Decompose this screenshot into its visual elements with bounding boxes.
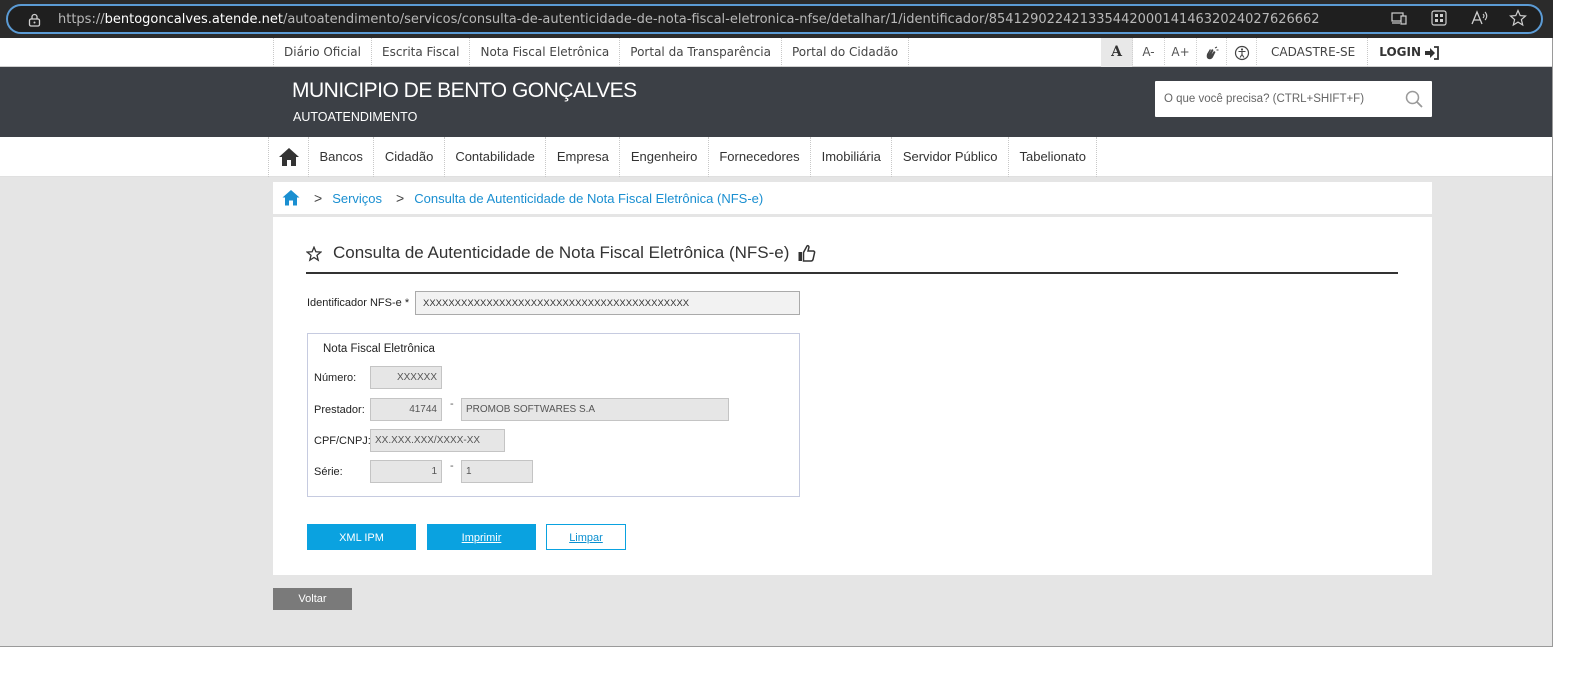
sign-language-button[interactable]	[1197, 38, 1227, 67]
accessibility-icon	[1234, 45, 1249, 60]
invoice-fieldset: Nota Fiscal Eletrônica Número: XXXXXX Pr…	[307, 333, 800, 497]
cpf-cnpj-label: CPF/CNPJ:	[314, 435, 371, 447]
nav-items: Bancos Cidadão Contabilidade Empresa Eng…	[268, 137, 1098, 177]
login-link[interactable]: LOGIN	[1368, 38, 1440, 67]
breadcrumb-separator: >	[314, 190, 323, 206]
site-subtitle: AUTOATENDIMENTO	[293, 110, 418, 124]
print-button[interactable]: Imprimir	[427, 524, 536, 550]
nav-item-contabilidade[interactable]: Contabilidade	[445, 137, 547, 177]
utility-bar: Diário Oficial Escrita Fiscal Nota Fisca…	[0, 38, 1552, 67]
fieldset-title: Nota Fiscal Eletrônica	[323, 343, 435, 355]
search-input[interactable]	[1155, 81, 1395, 117]
nav-item-engenheiro[interactable]: Engenheiro	[620, 137, 709, 177]
home-icon	[278, 148, 299, 166]
page-title: Consulta de Autenticidade de Nota Fiscal…	[333, 243, 790, 262]
utility-tools: A A- A+ CADASTRE-SE LOGIN	[1101, 38, 1440, 67]
url-path: /autoatendimento/servicos/consulta-de-au…	[282, 12, 1320, 27]
xml-ipm-button[interactable]: XML IPM	[307, 524, 416, 550]
read-aloud-icon[interactable]	[1470, 9, 1488, 27]
main-nav: Bancos Cidadão Contabilidade Empresa Eng…	[0, 137, 1552, 177]
font-decrease-button[interactable]: A-	[1133, 38, 1165, 67]
login-arrow-icon	[1425, 45, 1439, 60]
nav-item-fornecedores[interactable]: Fornecedores	[709, 137, 812, 177]
utility-links: Diário Oficial Escrita Fiscal Nota Fisca…	[273, 38, 910, 67]
favorite-star-icon[interactable]	[306, 246, 322, 262]
breadcrumb-separator: >	[396, 190, 405, 206]
util-link-nota-fiscal[interactable]: Nota Fiscal Eletrônica	[470, 38, 621, 67]
nav-item-bancos[interactable]: Bancos	[309, 137, 375, 177]
util-link-portal-cidadao[interactable]: Portal do Cidadão	[782, 38, 910, 67]
prestador-label: Prestador:	[314, 404, 365, 416]
register-link[interactable]: CADASTRE-SE	[1257, 38, 1369, 67]
page: Diário Oficial Escrita Fiscal Nota Fisca…	[0, 38, 1553, 647]
login-label: LOGIN	[1379, 45, 1422, 59]
nav-item-servidor-publico[interactable]: Servidor Público	[892, 137, 1009, 177]
breadcrumb-servicos[interactable]: Serviços	[332, 191, 382, 206]
nav-item-tabelionato[interactable]: Tabelionato	[1009, 137, 1098, 177]
cpf-cnpj-field[interactable]: XX.XXX.XXX/XXXX-XX	[370, 429, 505, 452]
back-button[interactable]: Voltar	[273, 588, 352, 610]
util-link-diario-oficial[interactable]: Diário Oficial	[274, 38, 372, 67]
url-text[interactable]: https://bentogoncalves.atende.net/autoat…	[58, 12, 1320, 27]
util-link-transparencia[interactable]: Portal da Transparência	[620, 38, 782, 67]
municipality-title[interactable]: MUNICIPIO DE BENTO GONÇALVES	[292, 79, 637, 103]
prestador-separator: -	[450, 398, 454, 410]
search-box	[1155, 81, 1432, 117]
breadcrumb: > Serviços > Consulta de Autenticidade d…	[273, 182, 1432, 214]
font-increase-button[interactable]: A+	[1165, 38, 1197, 67]
breadcrumb-current[interactable]: Consulta de Autenticidade de Nota Fiscal…	[414, 191, 763, 206]
nav-item-imobiliaria[interactable]: Imobiliária	[811, 137, 893, 177]
identifier-label: Identificador NFS-e *	[307, 297, 410, 309]
numero-label: Número:	[314, 372, 357, 384]
url-field[interactable]: https://bentogoncalves.atende.net/autoat…	[6, 4, 1543, 34]
breadcrumb-home-icon[interactable]	[282, 189, 300, 207]
numero-field[interactable]: XXXXXX	[370, 366, 442, 389]
site-header: MUNICIPIO DE BENTO GONÇALVES AUTOATENDIM…	[0, 67, 1552, 137]
nav-home-button[interactable]	[269, 137, 309, 177]
prestador-code-field[interactable]: 41744	[370, 398, 442, 421]
identifier-input[interactable]	[415, 291, 800, 315]
url-domain: bentogoncalves.atende.net	[104, 12, 283, 27]
browser-address-bar: https://bentogoncalves.atende.net/autoat…	[0, 0, 1553, 38]
serie-separator: -	[450, 460, 454, 472]
clear-button[interactable]: Limpar	[546, 524, 626, 550]
sign-language-icon	[1206, 46, 1218, 59]
nav-item-cidadao[interactable]: Cidadão	[374, 137, 445, 177]
lock-icon[interactable]	[28, 13, 41, 27]
accessibility-button[interactable]	[1227, 38, 1257, 67]
subserie-field[interactable]: 1	[461, 460, 533, 483]
serie-label: Série:	[314, 466, 343, 478]
search-icon[interactable]	[1405, 90, 1423, 108]
font-normal-button[interactable]: A	[1101, 38, 1133, 67]
prestador-name-field[interactable]: PROMOB SOFTWARES S.A	[461, 398, 729, 421]
serie-field[interactable]: 1	[370, 460, 442, 483]
favorite-star-icon[interactable]	[1509, 9, 1527, 27]
page-heading: Consulta de Autenticidade de Nota Fiscal…	[306, 243, 1398, 274]
device-icon[interactable]	[1390, 9, 1408, 27]
nav-item-empresa[interactable]: Empresa	[546, 137, 621, 177]
thumbs-up-icon[interactable]	[797, 243, 817, 263]
content-panel: Consulta de Autenticidade de Nota Fiscal…	[273, 217, 1432, 575]
util-link-escrita-fiscal[interactable]: Escrita Fiscal	[372, 38, 471, 67]
url-prefix: https://	[58, 12, 105, 27]
apps-icon[interactable]	[1430, 9, 1448, 27]
